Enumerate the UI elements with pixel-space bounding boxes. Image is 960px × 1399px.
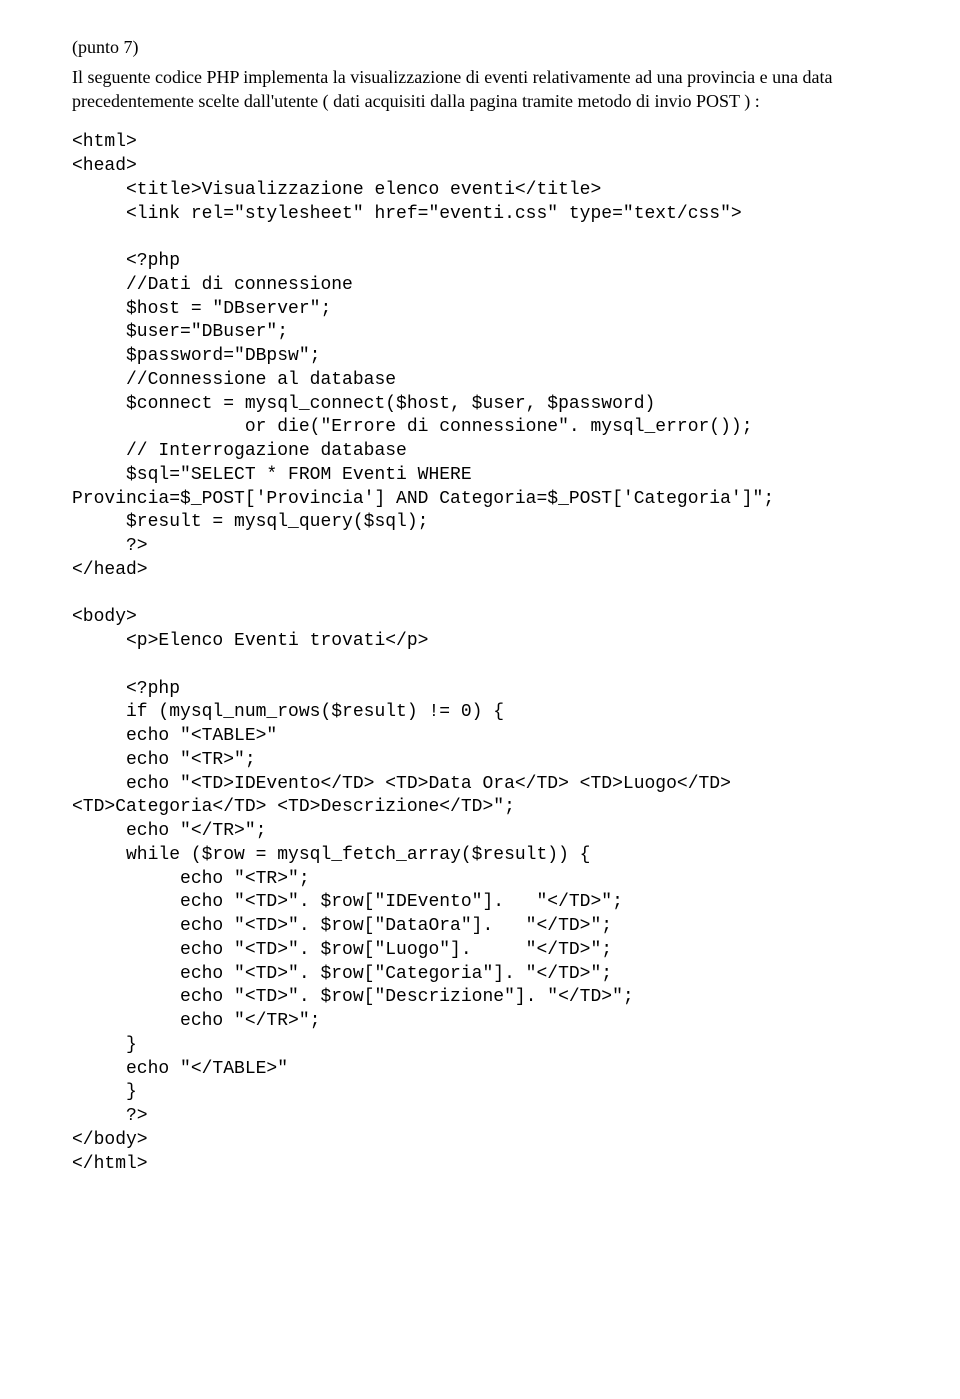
intro-block: (punto 7) Il seguente codice PHP impleme…	[72, 36, 888, 113]
intro-line-2: Il seguente codice PHP implementa la vis…	[72, 66, 888, 114]
code-block: <html> <head> <title>Visualizzazione ele…	[72, 131, 888, 1176]
intro-line-1: (punto 7)	[72, 36, 888, 60]
document-page: (punto 7) Il seguente codice PHP impleme…	[0, 0, 960, 1399]
